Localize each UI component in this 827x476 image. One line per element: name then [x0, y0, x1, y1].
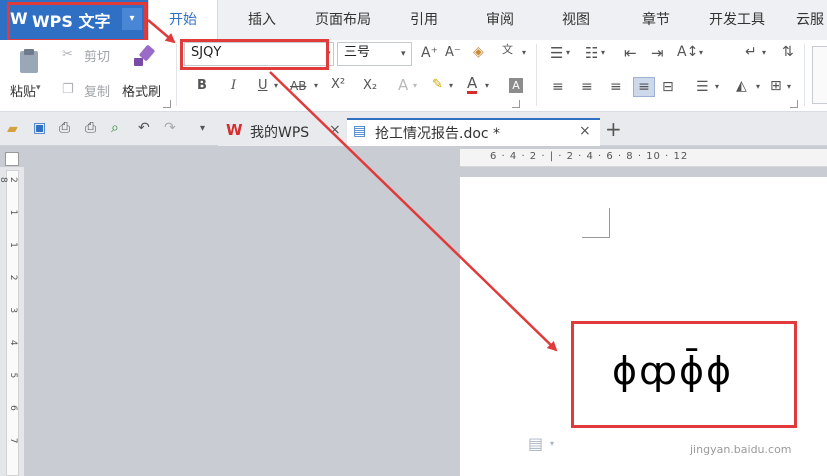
border-icon[interactable]: ⊞: [770, 79, 782, 93]
paragraph-mark-icon[interactable]: ↵: [745, 45, 757, 59]
vertical-ruler-scale: 2 1 1 2 3 4 5 6 7 8: [0, 177, 18, 456]
shading-dropdown-icon[interactable]: ▾: [756, 83, 760, 91]
highlight-dropdown-icon[interactable]: ▾: [449, 82, 453, 90]
save-icon[interactable]: ▣: [33, 121, 46, 135]
doc-tab-label: 抢工情况报告.doc *: [375, 126, 501, 142]
document-icon: ▤: [353, 123, 367, 139]
doc-tab-my-wps[interactable]: W 我的WPS ×: [218, 118, 346, 146]
open-icon[interactable]: ▰: [7, 122, 18, 136]
align-left-icon[interactable]: ≡: [552, 80, 564, 94]
strikethrough-icon[interactable]: AB: [290, 80, 306, 92]
underline-dropdown-icon[interactable]: ▾: [274, 82, 278, 90]
ruler-corner-tab-icon[interactable]: [5, 152, 19, 166]
paste-dropdown-icon[interactable]: ▾: [36, 84, 41, 93]
shrink-font-icon[interactable]: A⁻: [445, 46, 461, 59]
print-preview-icon[interactable]: ⌕: [111, 121, 119, 135]
styles-gallery[interactable]: [812, 46, 827, 104]
shading-icon[interactable]: ◭: [736, 79, 747, 93]
copy-button-label[interactable]: 复制: [84, 81, 110, 100]
indent-icon[interactable]: ⇥: [651, 46, 664, 61]
ruler-scale: 6 · 4 · 2 · | · 2 · 4 · 6 · 8 · 10 · 12: [490, 151, 689, 162]
grow-font-icon[interactable]: A⁺: [421, 46, 438, 60]
paragraph-launcher-icon[interactable]: [790, 100, 798, 108]
bold-icon[interactable]: B: [197, 79, 207, 92]
font-name-highlight-box: [180, 39, 329, 70]
sort-icon[interactable]: ⇅: [782, 45, 794, 59]
vertical-ruler[interactable]: 2 1 1 2 3 4 5 6 7 8: [0, 170, 19, 476]
text-direction-icon[interactable]: A↕: [677, 45, 698, 59]
text-effect-dropdown-icon[interactable]: ▾: [413, 82, 417, 90]
numbering-dropdown-icon[interactable]: ▾: [601, 49, 605, 57]
paste-options-icon[interactable]: ▤: [528, 436, 543, 452]
tab-cloud[interactable]: 云服: [790, 0, 827, 40]
tab-chapter[interactable]: 章节: [626, 0, 686, 40]
wps-logo-icon: W: [226, 121, 243, 139]
divider: [804, 44, 805, 106]
ribbon: 粘贴 ▾ ✂ 剪切 ❐ 复制 格式刷 SJQY ▾ 三号 ▾ A⁺ A⁻ ◈ 文…: [0, 40, 827, 112]
italic-icon[interactable]: I: [231, 79, 236, 92]
text-effect-icon[interactable]: A: [398, 78, 408, 93]
character-shading-icon[interactable]: A: [509, 78, 523, 93]
redo-icon[interactable]: ↷: [164, 121, 176, 135]
customize-toolbar-icon[interactable]: ▾: [200, 124, 205, 134]
format-painter-icon[interactable]: [130, 44, 156, 70]
tab-home[interactable]: 开始: [148, 0, 218, 40]
paste-options-dropdown-icon[interactable]: ▾: [550, 440, 554, 448]
close-icon[interactable]: ×: [579, 123, 591, 139]
divider: [536, 44, 537, 106]
phonetic-guide-icon[interactable]: 文: [502, 44, 513, 55]
doc-tab-report[interactable]: ▤ 抢工情况报告.doc * ×: [347, 118, 600, 146]
tab-developer[interactable]: 开发工具: [700, 0, 774, 40]
format-painter-label[interactable]: 格式刷: [122, 81, 161, 100]
close-icon[interactable]: ×: [329, 122, 341, 138]
export-pdf-icon[interactable]: ⎙: [59, 121, 70, 135]
align-center-icon[interactable]: ≡: [581, 80, 593, 94]
divider: [176, 44, 177, 106]
clipboard-launcher-icon[interactable]: [163, 100, 171, 108]
paragraph-mark-dropdown-icon[interactable]: ▾: [762, 49, 766, 57]
font-launcher-icon[interactable]: [512, 100, 520, 108]
undo-icon[interactable]: ↶: [138, 121, 150, 135]
align-right-icon[interactable]: ≡: [610, 80, 622, 94]
tab-view[interactable]: 视图: [546, 0, 606, 40]
tab-page-layout[interactable]: 页面布局: [300, 0, 386, 40]
strikethrough-dropdown-icon[interactable]: ▾: [314, 82, 318, 90]
horizontal-ruler[interactable]: 6 · 4 · 2 · | · 2 · 4 · 6 · 8 · 10 · 12: [460, 149, 827, 167]
border-dropdown-icon[interactable]: ▾: [787, 83, 791, 91]
cut-icon[interactable]: ✂: [62, 48, 73, 61]
outdent-icon[interactable]: ⇤: [624, 46, 637, 61]
font-color-dropdown-icon[interactable]: ▾: [485, 82, 489, 90]
justify-icon[interactable]: ≡: [633, 77, 655, 97]
paste-button-label[interactable]: 粘贴: [10, 81, 36, 100]
margin-corner-mark: [582, 208, 610, 238]
line-spacing-dropdown-icon[interactable]: ▾: [715, 83, 719, 91]
numbering-icon[interactable]: ☷: [585, 46, 598, 61]
bullets-dropdown-icon[interactable]: ▾: [566, 49, 570, 57]
new-tab-icon[interactable]: +: [605, 117, 622, 141]
underline-icon[interactable]: U: [258, 79, 268, 92]
phonetic-dropdown-icon[interactable]: ▾: [522, 49, 526, 57]
tab-review[interactable]: 审阅: [470, 0, 530, 40]
font-color-icon[interactable]: A: [467, 76, 478, 94]
line-spacing-icon[interactable]: ☰: [696, 80, 709, 94]
print-icon[interactable]: ⎙: [85, 121, 96, 135]
tab-references[interactable]: 引用: [394, 0, 454, 40]
distributed-align-icon[interactable]: ⊟: [662, 80, 674, 94]
paste-icon[interactable]: [14, 48, 44, 76]
cut-button-label[interactable]: 剪切: [84, 46, 110, 65]
superscript-icon[interactable]: X²: [331, 78, 345, 91]
subscript-icon[interactable]: X₂: [363, 79, 377, 92]
copy-icon[interactable]: ❐: [62, 83, 74, 96]
bullets-icon[interactable]: ☰: [550, 46, 563, 61]
watermark: jingyan.baidu.com: [690, 443, 792, 456]
highlight-icon[interactable]: ✎: [432, 78, 443, 91]
font-size-dropdown-icon[interactable]: ▾: [401, 50, 406, 59]
symbols-highlight-box: [571, 321, 797, 428]
app-title-highlight-box: [7, 2, 147, 42]
text-direction-dropdown-icon[interactable]: ▾: [699, 49, 703, 57]
doc-tab-label: 我的WPS: [250, 125, 310, 141]
clear-format-icon[interactable]: ◈: [473, 45, 484, 59]
tab-insert[interactable]: 插入: [232, 0, 292, 40]
